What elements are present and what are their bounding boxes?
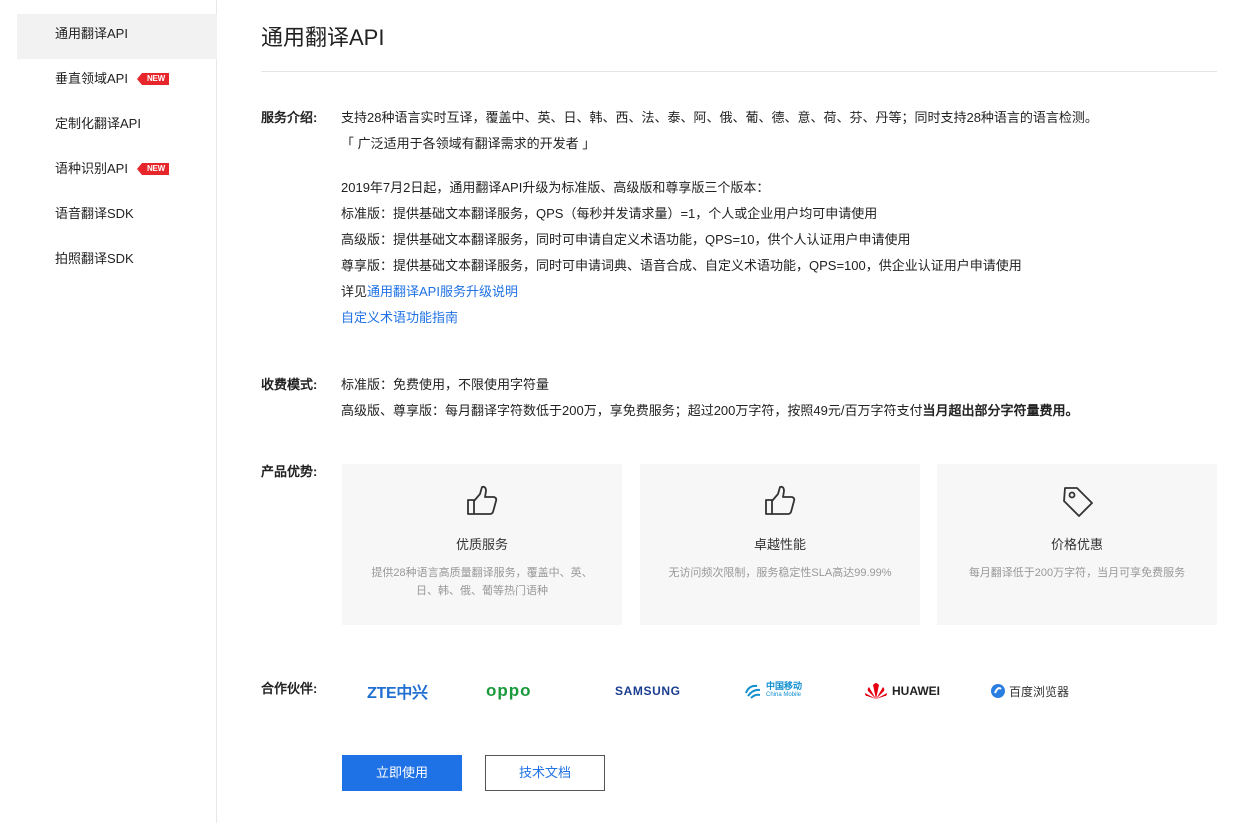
sidebar-item-vertical-domain-api[interactable]: 垂直领域API NEW	[17, 59, 217, 104]
huawei-logo-text: HUAWEI	[892, 684, 940, 698]
advantage-card-desc: 提供28种语言高质量翻译服务，覆盖中、英、日、韩、俄、葡等热门语种	[371, 567, 593, 597]
page-title: 通用翻译API	[261, 25, 385, 50]
pricing-paid-text: 高级版、尊享版：每月翻译字符数低于200万，享免费服务；超过200万字符，按照4…	[341, 403, 923, 418]
sidebar-item-general-translation-api[interactable]: 通用翻译API	[17, 14, 217, 59]
sidebar-item-custom-translation-api[interactable]: 定制化翻译API	[17, 104, 217, 149]
sidebar-item-label: 垂直领域API	[55, 71, 128, 86]
sidebar-item-label: 拍照翻译SDK	[55, 251, 134, 266]
oppo-logo: oppo	[486, 680, 532, 702]
pricing-paid-line: 高级版、尊享版：每月翻译字符数低于200万，享免费服务；超过200万字符，按照4…	[341, 398, 1221, 424]
intro-upgrade-text: 2019年7月2日起，通用翻译API升级为标准版、高级版和尊享版三个版本：	[341, 180, 770, 195]
advantage-card-title: 价格优惠	[1050, 537, 1103, 552]
partners-section: 合作伙伴: ZTE中兴 oppo SAMSUNG 中国移动 China Mobi…	[261, 676, 1217, 706]
pricing-body: 标准版：免费使用，不限使用字符量 高级版、尊享版：每月翻译字符数低于200万，享…	[341, 372, 1221, 424]
china-mobile-logo: 中国移动 China Mobile	[743, 680, 802, 702]
oppo-logo-text: oppo	[486, 681, 532, 700]
main-content: 通用翻译API 服务介绍: 支持28种语言实时互译，覆盖中、英、日、韩、西、法、…	[261, 0, 1217, 791]
huawei-logo: HUAWEI	[863, 680, 940, 702]
thumbs-up-icon	[467, 485, 498, 515]
intro-detail-line: 详见通用翻译API服务升级说明	[341, 279, 1221, 305]
service-intro-label: 服务介绍:	[261, 110, 318, 125]
intro-standard-text: 标准版：提供基础文本翻译服务，QPS（每秒并发请求量）=1，个人或企业用户均可申…	[341, 206, 878, 221]
new-badge: NEW	[136, 72, 170, 85]
china-mobile-cn: 中国移动	[766, 681, 803, 691]
sidebar-item-label: 语音翻译SDK	[55, 206, 134, 221]
samsung-logo-text: SAMSUNG	[615, 684, 681, 698]
upgrade-notes-link[interactable]: 通用翻译API服务升级说明	[367, 284, 518, 299]
advantage-card-quality: 优质服务 提供28种语言高质量翻译服务，覆盖中、英、日、韩、俄、葡等热门语种	[342, 464, 622, 625]
sidebar-item-language-detection-api[interactable]: 语种识别API NEW	[17, 149, 217, 194]
advantage-card-title: 卓越性能	[753, 537, 806, 552]
partners-label: 合作伙伴:	[261, 681, 318, 696]
intro-term-line: 自定义术语功能指南	[341, 305, 1221, 331]
sidebar-item-label: 通用翻译API	[55, 26, 128, 41]
sidebar-item-photo-translation-sdk[interactable]: 拍照翻译SDK	[17, 239, 217, 284]
advantage-card-desc: 每月翻译低于200万字符，当月可享免费服务	[968, 567, 1186, 579]
baidu-browser-text: 百度浏览器	[1009, 684, 1070, 699]
sidebar-item-speech-translation-sdk[interactable]: 语音翻译SDK	[17, 194, 217, 239]
advantage-card-performance: 卓越性能 无访问频次限制，服务稳定性SLA高达99.99%	[640, 464, 920, 625]
intro-advanced-text: 高级版：提供基础文本翻译服务，同时可申请自定义术语功能，QPS=10，供个人认证…	[341, 232, 911, 247]
china-mobile-icon	[745, 684, 761, 699]
detail-prefix-text: 详见	[341, 284, 368, 299]
thumbs-up-icon	[765, 485, 796, 515]
custom-terms-guide-link[interactable]: 自定义术语功能指南	[341, 310, 458, 325]
use-now-button[interactable]: 立即使用	[342, 755, 462, 791]
zte-logo-text: ZTE中兴	[367, 685, 428, 702]
baidu-browser-logo: 百度浏览器	[990, 680, 1069, 702]
price-tag-icon	[1063, 487, 1093, 517]
advantage-card-price: 价格优惠 每月翻译低于200万字符，当月可享免费服务	[937, 464, 1217, 625]
china-mobile-en: China Mobile	[766, 692, 802, 698]
advantage-card-desc: 无访问频次限制，服务稳定性SLA高达99.99%	[668, 567, 892, 579]
pricing-standard-text: 标准版：免费使用，不限使用字符量	[341, 377, 550, 392]
sidebar-item-label: 定制化翻译API	[55, 116, 141, 131]
tech-docs-button[interactable]: 技术文档	[485, 755, 605, 791]
sidebar-nav: 通用翻译API 垂直领域API NEW 定制化翻译API 语种识别API NEW 语…	[0, 0, 217, 823]
advantage-card-title: 优质服务	[455, 537, 508, 552]
intro-audience-text: 「 广泛适用于各领域有翻译需求的开发者 」	[341, 136, 596, 151]
new-badge: NEW	[136, 162, 170, 175]
samsung-logo: SAMSUNG	[615, 680, 681, 702]
advantages-label: 产品优势:	[261, 464, 318, 479]
sidebar-item-label: 语种识别API	[55, 161, 128, 176]
intro-languages-text: 支持28种语言实时互译，覆盖中、英、日、韩、西、法、泰、阿、俄、葡、德、意、荷、…	[341, 110, 1098, 125]
pricing-overage-text: 当月超出部分字符量费用。	[922, 403, 1079, 418]
baidu-browser-icon	[991, 684, 1005, 698]
pricing-label: 收费模式:	[261, 377, 318, 392]
intro-premium-text: 尊享版：提供基础文本翻译服务，同时可申请词典、语音合成、自定义术语功能，QPS=…	[341, 258, 1022, 273]
title-divider	[261, 71, 1217, 72]
china-mobile-text: 中国移动 China Mobile	[766, 682, 802, 700]
huawei-flower-icon	[865, 683, 887, 699]
service-intro-body: 支持28种语言实时互译，覆盖中、英、日、韩、西、法、泰、阿、俄、葡、德、意、荷、…	[341, 105, 1221, 331]
zte-logo: ZTE中兴	[367, 680, 428, 702]
